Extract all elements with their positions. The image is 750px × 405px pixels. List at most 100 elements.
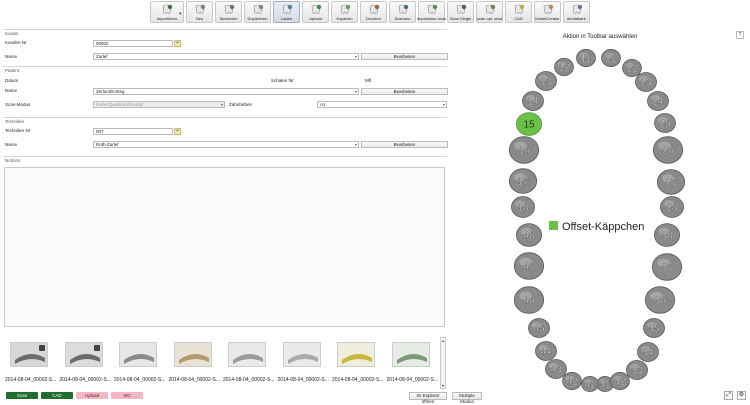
toolbar-upload-button[interactable]: Upload	[302, 1, 329, 23]
scan-thumbnail[interactable]	[64, 342, 103, 367]
scan-thumbnail[interactable]	[228, 342, 266, 367]
tooth-number: 25	[659, 119, 671, 130]
tooth-47[interactable]: 47	[513, 252, 545, 280]
scan-modus-select[interactable]: Kiefer/Quadrant/Stumpf ▾	[93, 101, 225, 108]
tooth-11[interactable]: 11	[576, 49, 596, 67]
tooth-25[interactable]: 25	[654, 113, 676, 133]
kunde-edit-button[interactable]: Bearbeiten	[361, 53, 448, 60]
toolbar-load-button[interactable]: Laden	[273, 1, 300, 23]
tooth-number: 14	[527, 97, 539, 108]
tooth-14[interactable]: 14	[522, 91, 544, 111]
kunden-lookup-button[interactable]: +	[174, 40, 181, 47]
tooth-15[interactable]: 15	[516, 112, 543, 136]
thumbnail-caption: 2014-08-04_00002-S...	[277, 377, 329, 383]
tooth-number: 26	[662, 146, 674, 157]
tooth-import-icon	[161, 4, 173, 15]
tooth-21[interactable]: 21	[601, 49, 621, 67]
tooth-35[interactable]: 35	[643, 318, 665, 338]
techniker-name-select[interactable]: Roth-Zurlef ▾	[93, 141, 359, 148]
zahnfarben-select[interactable]: A1 ▾	[317, 101, 447, 108]
tooth-legend: Offset-Käppchen	[549, 221, 644, 233]
techniker-title: Techniker	[5, 119, 25, 124]
tooth-duplicate-icon	[252, 4, 264, 15]
toolbar-opt-button[interactable]: scan opt. abut	[476, 1, 503, 23]
tooth-34[interactable]: 34	[637, 342, 659, 362]
toolbar-modelcreator-button[interactable]: ModelCreator	[534, 1, 561, 23]
scan-thumbnail[interactable]	[337, 342, 375, 367]
techniker-edit-button[interactable]: Bearbeiten	[361, 141, 448, 148]
kunde-title: Kunde	[5, 31, 19, 36]
toolbar-scan-button[interactable]: Scannen	[389, 1, 416, 23]
patient-name-select[interactable]: Zerlumbt-Steg ▾	[93, 88, 359, 95]
tooth-18[interactable]: 18	[511, 196, 535, 218]
tooth-12[interactable]: 12	[554, 58, 574, 76]
toolbar-single-button[interactable]: Scan Single	[447, 1, 474, 23]
schalen-value: Mfl	[365, 78, 371, 83]
tooth-number: 27	[665, 178, 677, 189]
toolbar-button-label: Impression scan	[416, 16, 447, 21]
scan-thumbnail[interactable]	[282, 342, 321, 367]
toolbar-import-button[interactable]: Importieren ▾	[150, 1, 184, 23]
kunden-nr-field[interactable]: 00002	[93, 40, 173, 47]
tooth-27[interactable]: 27	[656, 169, 686, 195]
tooth-38[interactable]: 38	[653, 223, 680, 247]
scan-modus-label: Scan-Modus	[5, 102, 31, 107]
notes-textarea[interactable]	[4, 167, 445, 327]
tooth-number: 13	[540, 77, 552, 88]
scroll-up-icon[interactable]: ▴	[441, 338, 445, 343]
tooth-22[interactable]: 22	[622, 59, 642, 77]
toolbar-cad-button[interactable]: CAD	[505, 1, 532, 23]
techniker-name-label: Name	[5, 142, 18, 147]
tooth-number: 18	[517, 203, 529, 214]
tooth-23[interactable]: 23	[635, 72, 657, 92]
tooth-46[interactable]: 46	[513, 286, 545, 314]
techniker-nr-field[interactable]: 007	[93, 128, 173, 135]
tooth-42[interactable]: 42	[562, 372, 582, 390]
settings-icon[interactable]: ⚙	[737, 391, 746, 400]
tooth-16[interactable]: 16	[508, 136, 540, 164]
kunde-name-select[interactable]: Zurlef ▾	[93, 53, 359, 60]
scan-thumbnail[interactable]	[391, 342, 430, 367]
tooth-44[interactable]: 44	[535, 341, 557, 361]
kunde-section: Kunde Kunden Nr 00002 + Name Zurlef ▾ Bea…	[3, 29, 448, 61]
tooth-save-icon	[223, 4, 235, 15]
chevron-down-icon[interactable]: ▾	[179, 11, 182, 17]
scroll-down-icon[interactable]: ▾	[441, 383, 445, 388]
tooth-45[interactable]: 45	[528, 318, 550, 338]
chevron-down-icon: ▾	[442, 102, 445, 107]
tooth-48[interactable]: 48	[516, 223, 543, 247]
toolbar-save-button[interactable]: Speichern	[215, 1, 242, 23]
tooth-37[interactable]: 37	[651, 253, 683, 281]
thumbnail-scrollbar[interactable]: ▴ ▾	[440, 337, 446, 389]
main-toolbar: Importieren ▾ Neu Speichern Duplizieren Laden…	[150, 1, 590, 25]
scan-thumbnail[interactable]	[10, 342, 48, 367]
tooth-copy-icon	[339, 4, 351, 15]
toolbar-removable-button[interactable]: dentalbare	[563, 1, 590, 23]
scan-thumbnail[interactable]	[119, 342, 157, 367]
tooth-number: 31	[599, 380, 611, 391]
toolbar-new-button[interactable]: Neu	[186, 1, 213, 23]
status-badge-mc: MC	[111, 392, 143, 399]
techniker-lookup-button[interactable]: +	[174, 128, 181, 135]
legend-swatch	[549, 221, 558, 230]
scan-thumbnail[interactable]	[173, 342, 212, 367]
tooth-36[interactable]: 36	[644, 286, 676, 314]
toolbar-duplicate-button[interactable]: Duplizieren	[244, 1, 271, 23]
resize-icon[interactable]: ⤢	[724, 391, 733, 400]
toolbar-impression-button[interactable]: Impression scan	[416, 1, 447, 23]
tooth-28[interactable]: 28	[660, 196, 684, 218]
tooth-24[interactable]: 24	[647, 91, 669, 111]
thumbnail-caption: 2014-08-04_00002-S...	[168, 377, 220, 383]
tooth-33[interactable]: 33	[626, 360, 648, 380]
tooth-43[interactable]: 43	[545, 359, 567, 379]
toolbar-print-button[interactable]: Drucken	[360, 1, 387, 23]
help-button[interactable]: ?	[736, 31, 744, 39]
open-in-explorer-button[interactable]: Im Explorer öffnen	[409, 392, 447, 404]
tooth-17[interactable]: 17	[508, 168, 538, 194]
tooth-13[interactable]: 13	[535, 71, 557, 91]
patient-edit-button[interactable]: Bearbeiten	[361, 88, 448, 95]
tooth-32[interactable]: 32	[610, 372, 630, 390]
tooth-26[interactable]: 26	[652, 136, 684, 164]
tooth-41[interactable]: 41	[581, 375, 599, 392]
toolbar-copy-button[interactable]: Kopieren	[331, 1, 358, 23]
